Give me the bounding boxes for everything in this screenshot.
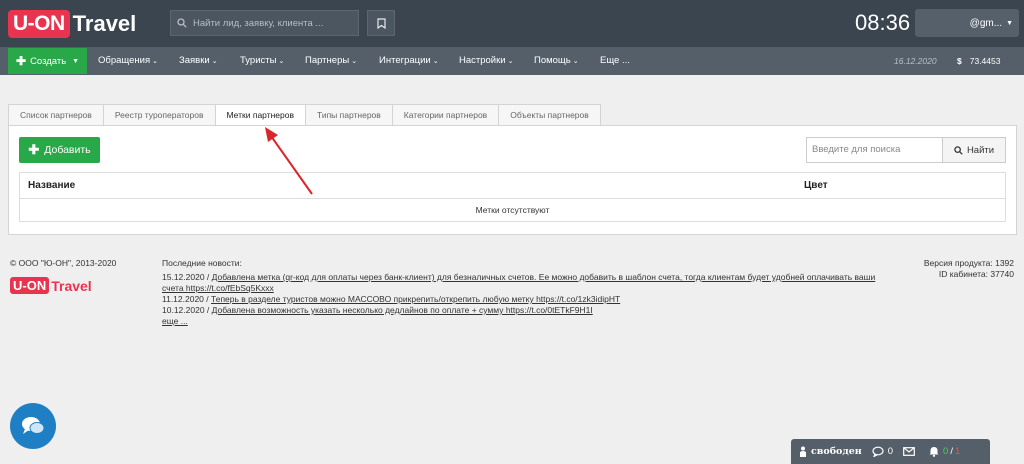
bell-icon: [929, 447, 939, 457]
chevron-down-icon: ⌄: [351, 58, 358, 65]
nav-integrations[interactable]: Интеграции ⌄: [379, 47, 439, 75]
logo-travel: Travel: [72, 11, 137, 36]
version-info: Версия продукта: 1392 ID кабинета: 37740: [924, 258, 1014, 280]
search-icon: [954, 145, 963, 155]
current-date: 16.12.2020: [894, 56, 937, 66]
news-heading: Последние новости:: [162, 258, 242, 268]
copyright: © ООО "Ю-ОН", 2013-2020: [10, 258, 117, 268]
notif-count-red: 1: [954, 446, 961, 457]
news-date: 15.12.2020 /: [162, 272, 210, 282]
chevron-down-icon: ⌄: [152, 58, 158, 65]
chevron-down-icon: ⌄: [432, 58, 439, 65]
notifications[interactable]: 0 / 1: [929, 446, 960, 457]
news-link[interactable]: Добавлена возможность указать несколько …: [212, 305, 593, 315]
nav-settings-label: Настройки: [459, 55, 506, 66]
nav-appeals-label: Обращения: [98, 55, 151, 66]
nav-more[interactable]: Еще ...: [600, 47, 630, 75]
news-date: 11.12.2020 /: [162, 294, 209, 304]
chevron-down-icon: ⌄: [572, 58, 579, 65]
status-bar: свободен 0 0 / 1: [791, 439, 990, 464]
app-logo[interactable]: U-ON Travel: [8, 9, 136, 39]
nav-more-label: Еще ...: [600, 55, 630, 66]
chat-icon: [22, 417, 45, 434]
news-item: 10.12.2020 / Добавлена возможность указа…: [162, 305, 882, 316]
add-button[interactable]: ✚ Добавить: [19, 137, 100, 163]
bookmark-button[interactable]: [367, 10, 395, 36]
bookmark-icon: [376, 17, 386, 29]
user-email: @gm...: [969, 17, 1003, 29]
nav-integrations-label: Интеграции: [379, 55, 431, 66]
footer-logo-u-on: U-ON: [10, 277, 50, 294]
nav-tourists-label: Туристы: [240, 55, 277, 66]
nav-tourists[interactable]: Туристы ⌄: [240, 47, 284, 75]
footer-logo-travel: Travel: [51, 277, 92, 294]
tab-partner-objects[interactable]: Объекты партнеров: [498, 104, 601, 126]
tab-operators-registry[interactable]: Реестр туроператоров: [102, 104, 215, 126]
chevron-down-icon: ⌄: [278, 58, 285, 65]
create-label: Создать: [30, 55, 67, 67]
footer-logo: U-ON Travel: [10, 277, 92, 294]
tags-table: Название Цвет Метки отсутствуют: [19, 172, 1006, 222]
nav-requests[interactable]: Заявки ⌄: [179, 47, 218, 75]
column-name-header[interactable]: Название: [28, 173, 75, 199]
notif-separator: /: [950, 446, 953, 457]
nav-help[interactable]: Помощь ⌄: [534, 47, 579, 75]
news-block: Последние новости: 15.12.2020 / Добавлен…: [162, 258, 882, 327]
chat-widget-button[interactable]: [10, 403, 56, 449]
chevron-down-icon: ⌄: [211, 58, 218, 65]
tags-panel: ✚ Добавить Введите для поиска Найти Назв…: [8, 125, 1017, 235]
global-search-placeholder: Найти лид, заявку, клиента ...: [193, 17, 324, 29]
chevron-down-icon: ▼: [1006, 19, 1013, 27]
news-more-link[interactable]: еще ...: [162, 316, 188, 326]
news-date: 10.12.2020 /: [162, 305, 210, 315]
news-link[interactable]: Добавлена метка (qr-код для оплаты через…: [162, 272, 875, 293]
cabinet-id: ID кабинета: 37740: [938, 269, 1014, 279]
search-input[interactable]: Введите для поиска: [806, 137, 943, 163]
top-header: U-ON Travel Найти лид, заявку, клиента .…: [0, 0, 1024, 47]
dollar-icon: $: [957, 56, 962, 66]
search-button[interactable]: Найти: [942, 137, 1006, 163]
tab-partner-list[interactable]: Список партнеров: [8, 104, 103, 126]
nav-appeals[interactable]: Обращения ⌄: [98, 47, 158, 75]
messages-count: 0: [887, 446, 894, 457]
search-icon: [177, 18, 187, 28]
news-item: 11.12.2020 / Теперь в разделе туристов м…: [162, 294, 882, 305]
status-label: свободен: [811, 446, 862, 457]
table-header: Название Цвет: [20, 173, 1005, 199]
currency-rate: $73.4453: [957, 47, 1000, 75]
product-version: Версия продукта: 1392: [923, 258, 1014, 268]
plus-icon: ✚: [16, 54, 27, 68]
add-label: Добавить: [44, 144, 91, 156]
create-button[interactable]: ✚ Создать ▼: [8, 48, 87, 74]
logo-u-on: U-ON: [8, 10, 70, 38]
notif-count-green: 0: [943, 446, 949, 457]
operator-status[interactable]: свободен: [799, 446, 862, 457]
chevron-down-icon: ⌄: [507, 58, 514, 65]
messages-counter[interactable]: 0: [872, 446, 893, 457]
nav-help-label: Помощь: [534, 55, 571, 66]
chevron-down-icon: ▼: [72, 57, 79, 65]
nav-partners-label: Партнеры: [305, 55, 350, 66]
plus-icon: ✚: [28, 142, 40, 157]
news-link[interactable]: Теперь в разделе туристов можно МАССОВО …: [211, 294, 620, 304]
mail-button[interactable]: [903, 447, 919, 456]
nav-requests-label: Заявки: [179, 55, 210, 66]
tab-partner-categories[interactable]: Категории партнеров: [391, 104, 499, 126]
nav-partners[interactable]: Партнеры ⌄: [305, 47, 357, 75]
main-nav: ✚ Создать ▼ Обращения ⌄ Заявки ⌄ Туристы ⌄ …: [0, 47, 1024, 75]
global-search-input[interactable]: Найти лид, заявку, клиента ...: [170, 10, 359, 36]
empty-message: Метки отсутствуют: [475, 205, 550, 215]
person-icon: [800, 446, 806, 457]
news-item: 15.12.2020 / Добавлена метка (qr-код для…: [162, 272, 882, 294]
column-color-header[interactable]: Цвет: [804, 173, 828, 199]
currency-value: 73.4453: [969, 56, 1001, 66]
clock: 08:36: [855, 10, 911, 35]
comment-icon: [872, 446, 884, 457]
news-more: еще ...: [162, 316, 882, 327]
user-menu[interactable]: @gm... ▼: [915, 9, 1019, 37]
nav-settings[interactable]: Настройки ⌄: [459, 47, 513, 75]
envelope-icon: [903, 447, 915, 456]
search-button-label: Найти: [966, 144, 995, 156]
annotation-arrow: [265, 127, 313, 195]
